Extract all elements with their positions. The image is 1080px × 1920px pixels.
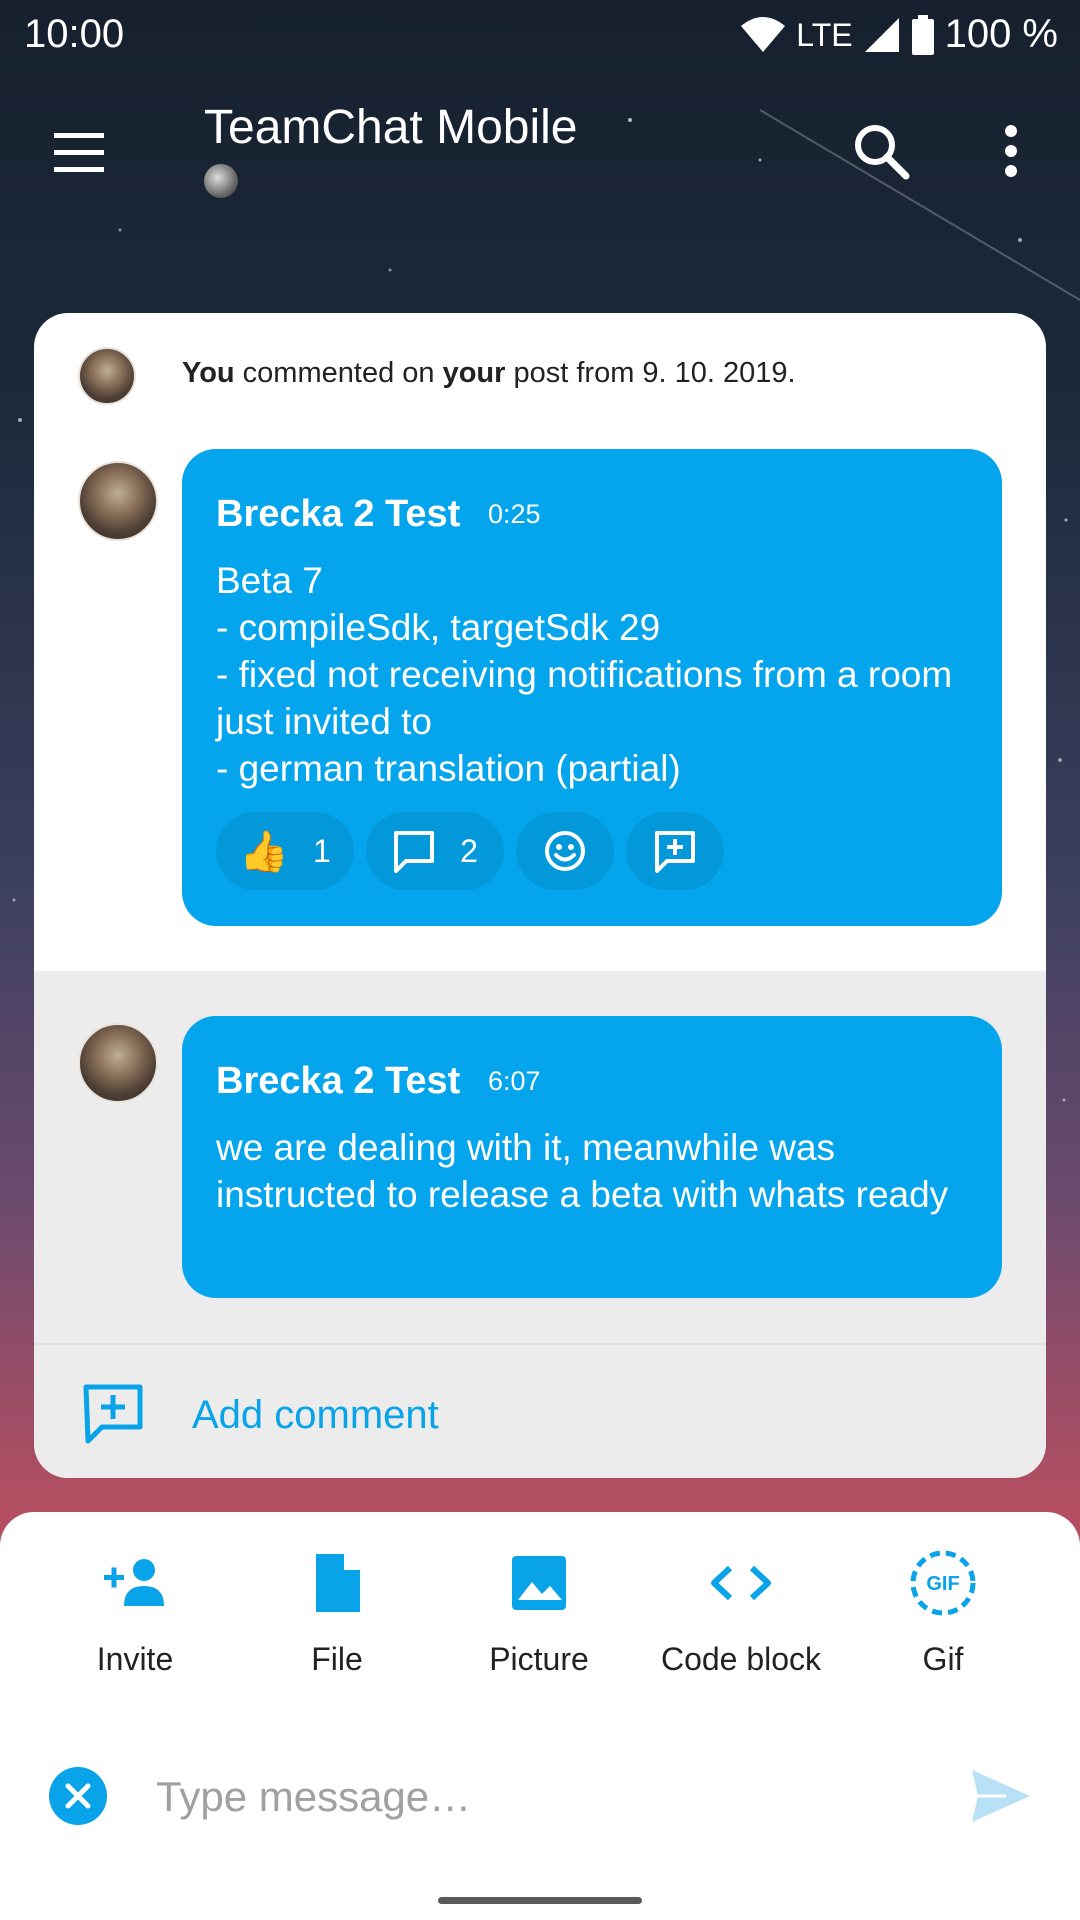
app-title: TeamChat Mobile (204, 101, 578, 154)
gif-label: Gif (922, 1641, 964, 1677)
message-author: Brecka 2 Test (216, 1060, 461, 1102)
room-avatar[interactable] (204, 164, 238, 198)
notice-text-end: post from 9. 10. 2019. (505, 357, 796, 389)
message-input-row (0, 1742, 1080, 1852)
gesture-handle[interactable] (438, 1897, 642, 1904)
notice-text-mid: commented on (234, 357, 443, 389)
picture-icon (512, 1556, 566, 1610)
add-comment-icon (83, 1384, 143, 1444)
comments-count: 2 (460, 832, 478, 869)
app-bar: TeamChat Mobile (0, 80, 1080, 220)
battery-percent: 100 % (944, 12, 1058, 56)
notice-text: You commented on your post from 9. 10. 2… (182, 357, 796, 390)
status-bar: 10:00 LTE 100 % (0, 0, 1080, 70)
thumbs-up-icon: 👍 (239, 829, 289, 874)
send-icon[interactable] (968, 1766, 1034, 1826)
author-avatar[interactable] (78, 1023, 158, 1103)
message-time: 6:07 (488, 1066, 541, 1096)
message-bubble[interactable]: Brecka 2 Test 6:07 we are dealing with i… (182, 1016, 1002, 1298)
comment-icon (394, 831, 435, 873)
add-comment-icon (655, 831, 695, 873)
svg-text:GIF: GIF (926, 1573, 959, 1595)
add-reaction-button[interactable] (516, 812, 614, 890)
thread-notice: You commented on your post from 9. 10. 2… (34, 313, 1046, 438)
close-icon[interactable] (48, 1766, 108, 1826)
invite-button[interactable]: Invite (35, 1548, 235, 1677)
network-type: LTE (796, 17, 853, 53)
message-body: Beta 7 - compileSdk, targetSdk 29 - fixe… (216, 560, 953, 789)
code-icon (711, 1565, 771, 1601)
message-author: Brecka 2 Test (216, 493, 461, 535)
message-bubble[interactable]: Brecka 2 Test 0:25 Beta 7 - compileSdk, … (182, 449, 1002, 926)
file-button[interactable]: File (237, 1548, 437, 1677)
search-icon[interactable] (846, 116, 916, 186)
reply-button[interactable] (626, 812, 724, 890)
add-emoji-icon (545, 831, 585, 871)
status-time: 10:00 (24, 12, 125, 56)
file-icon (316, 1554, 360, 1612)
thumbs-up-count: 1 (313, 832, 331, 869)
thread-card: You commented on your post from 9. 10. 2… (34, 313, 1046, 1478)
battery-icon (911, 14, 934, 55)
signal-icon (864, 17, 899, 52)
picture-button[interactable]: Picture (439, 1548, 639, 1677)
notice-actor: You (182, 357, 235, 389)
gif-icon: GIF (910, 1550, 976, 1616)
reply-message: Brecka 2 Test 6:07 we are dealing with i… (34, 971, 1046, 1343)
notice-owner: your (442, 357, 506, 389)
author-avatar[interactable] (78, 461, 158, 541)
wifi-icon (741, 16, 786, 52)
avatar (78, 347, 136, 405)
comments-button[interactable]: 2 (366, 812, 504, 890)
code-block-label: Code block (660, 1641, 822, 1677)
message-time: 0:25 (488, 499, 541, 529)
menu-icon[interactable] (44, 118, 114, 188)
invite-person-icon (104, 1559, 164, 1606)
gif-button[interactable]: GIF Gif (843, 1548, 1043, 1677)
file-label: File (311, 1641, 363, 1677)
reaction-bar: 👍 1 2 (216, 812, 724, 890)
message-input[interactable] (156, 1762, 916, 1832)
add-comment-button[interactable]: Add comment (34, 1343, 1046, 1478)
picture-label: Picture (489, 1641, 589, 1677)
more-vert-icon[interactable] (986, 116, 1036, 186)
composer-sheet: Invite File Picture Code block GIF Gif (0, 1512, 1080, 1920)
add-comment-label: Add comment (192, 1393, 439, 1437)
message-body: we are dealing with it, meanwhile was in… (216, 1127, 949, 1215)
code-block-button[interactable]: Code block (641, 1548, 841, 1677)
invite-label: Invite (96, 1641, 174, 1677)
thumbs-up-reaction[interactable]: 👍 1 (216, 812, 354, 890)
